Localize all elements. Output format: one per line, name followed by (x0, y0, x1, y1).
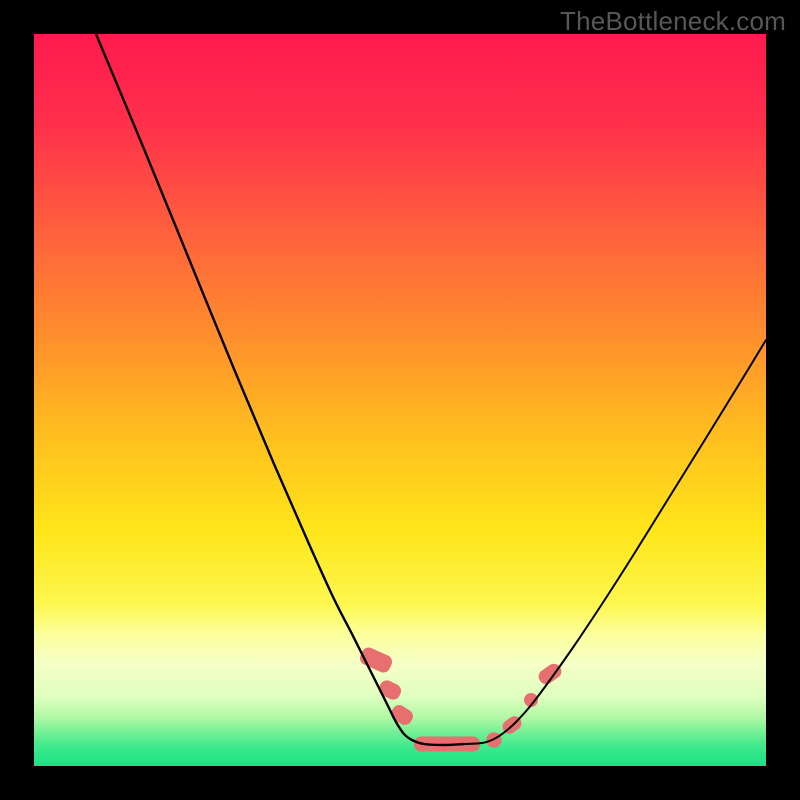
chart-plot-area (34, 34, 766, 766)
chart-background (34, 34, 766, 766)
chart-svg (34, 34, 766, 766)
chart-frame: TheBottleneck.com (0, 0, 800, 800)
watermark-label: TheBottleneck.com (560, 6, 786, 37)
